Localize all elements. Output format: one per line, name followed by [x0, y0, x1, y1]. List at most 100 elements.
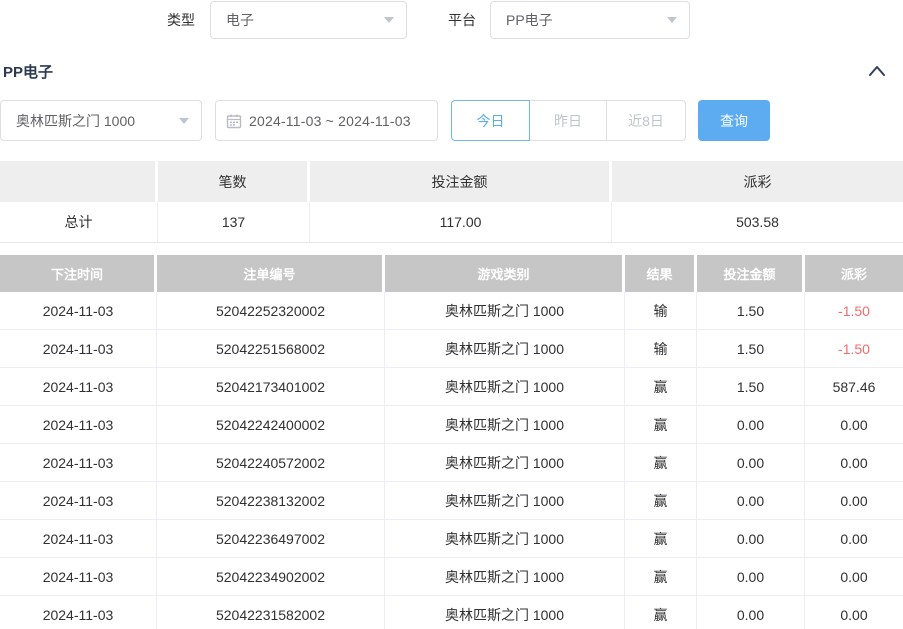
cell-result: 赢: [625, 558, 697, 596]
table-row: 2024-11-03 52042234902002 奥林匹斯之门 1000 赢 …: [0, 558, 903, 596]
cell-payout: 0.00: [805, 406, 903, 444]
cell-payout: -1.50: [805, 292, 903, 330]
cell-bet-time: 2024-11-03: [0, 330, 157, 368]
cell-result: 赢: [625, 596, 697, 629]
cell-game-name: 奥林匹斯之门 1000: [385, 558, 625, 596]
cell-order-id: 52042173401002: [157, 368, 385, 406]
type-label: 类型: [167, 1, 195, 39]
cell-game-name: 奥林匹斯之门 1000: [385, 406, 625, 444]
summary-header-count: 笔数: [158, 161, 310, 202]
col-payout: 派彩: [805, 255, 903, 292]
cell-result: 输: [625, 292, 697, 330]
cell-game-name: 奥林匹斯之门 1000: [385, 292, 625, 330]
cell-payout: 0.00: [805, 520, 903, 558]
chevron-down-icon: [384, 17, 394, 23]
cell-order-id: 52042252320002: [157, 292, 385, 330]
col-game-type: 游戏类别: [385, 255, 625, 292]
cell-result: 赢: [625, 368, 697, 406]
section-header: PP电子: [0, 55, 903, 85]
cell-bet-amount: 1.50: [697, 330, 805, 368]
summary-total-bet-amount: 117.00: [310, 202, 612, 243]
table-row: 2024-11-03 52042242400002 奥林匹斯之门 1000 赢 …: [0, 406, 903, 444]
summary-total-payout: 503.58: [612, 202, 903, 243]
cell-bet-time: 2024-11-03: [0, 520, 157, 558]
cell-bet-time: 2024-11-03: [0, 368, 157, 406]
cell-order-id: 52042234902002: [157, 558, 385, 596]
cell-payout: 0.00: [805, 558, 903, 596]
date-range-input[interactable]: 2024-11-03 ~ 2024-11-03: [215, 100, 438, 141]
cell-result: 赢: [625, 406, 697, 444]
cell-bet-time: 2024-11-03: [0, 444, 157, 482]
cell-bet-amount: 0.00: [697, 482, 805, 520]
cell-result: 赢: [625, 520, 697, 558]
cell-bet-amount: 1.50: [697, 292, 805, 330]
cell-game-name: 奥林匹斯之门 1000: [385, 368, 625, 406]
table-row: 2024-11-03 52042240572002 奥林匹斯之门 1000 赢 …: [0, 444, 903, 482]
cell-game-name: 奥林匹斯之门 1000: [385, 596, 625, 629]
cell-bet-time: 2024-11-03: [0, 292, 157, 330]
platform-select[interactable]: PP电子: [490, 1, 690, 39]
search-button[interactable]: 查询: [698, 100, 770, 141]
yesterday-button[interactable]: 昨日: [529, 100, 607, 141]
summary-header-blank: [0, 161, 158, 202]
platform-select-value: PP电子: [506, 10, 553, 30]
cell-result: 赢: [625, 444, 697, 482]
cell-payout: -1.50: [805, 330, 903, 368]
cell-bet-amount: 0.00: [697, 520, 805, 558]
cell-bet-time: 2024-11-03: [0, 558, 157, 596]
cell-game-name: 奥林匹斯之门 1000: [385, 520, 625, 558]
table-row: 2024-11-03 52042236497002 奥林匹斯之门 1000 赢 …: [0, 520, 903, 558]
cell-bet-amount: 0.00: [697, 406, 805, 444]
bet-table: 下注时间 注单编号 游戏类别 结果 投注金额 派彩 2024-11-03 520…: [0, 255, 903, 629]
summary-table: 笔数 投注金额 派彩 总计 137 117.00 503.58: [0, 161, 903, 243]
summary-total-label: 总计: [0, 202, 158, 243]
last-8-days-button[interactable]: 近8日: [606, 100, 686, 141]
cell-order-id: 52042242400002: [157, 406, 385, 444]
cell-game-name: 奥林匹斯之门 1000: [385, 482, 625, 520]
col-bet-time: 下注时间: [0, 255, 157, 292]
calendar-icon: [226, 113, 242, 129]
type-select[interactable]: 电子: [210, 1, 407, 39]
cell-payout: 0.00: [805, 596, 903, 629]
cell-result: 输: [625, 330, 697, 368]
game-select[interactable]: 奥林匹斯之门 1000: [0, 100, 202, 141]
cell-bet-time: 2024-11-03: [0, 406, 157, 444]
cell-result: 赢: [625, 482, 697, 520]
cell-bet-amount: 0.00: [697, 444, 805, 482]
game-select-value: 奥林匹斯之门 1000: [16, 111, 135, 131]
cell-bet-time: 2024-11-03: [0, 596, 157, 629]
col-bet-amount: 投注金额: [697, 255, 805, 292]
chevron-down-icon: [667, 17, 677, 23]
col-order-id: 注单编号: [157, 255, 385, 292]
cell-bet-amount: 0.00: [697, 596, 805, 629]
page: 类型 电子 平台 PP电子 PP电子 奥林匹斯之门 1000 2024-11-0…: [0, 0, 903, 629]
cell-game-name: 奥林匹斯之门 1000: [385, 444, 625, 482]
cell-order-id: 52042231582002: [157, 596, 385, 629]
table-row: 2024-11-03 52042231582002 奥林匹斯之门 1000 赢 …: [0, 596, 903, 629]
table-row: 2024-11-03 52042238132002 奥林匹斯之门 1000 赢 …: [0, 482, 903, 520]
summary-total-count: 137: [158, 202, 310, 243]
cell-order-id: 52042236497002: [157, 520, 385, 558]
cell-bet-amount: 0.00: [697, 558, 805, 596]
chevron-up-icon: [867, 64, 887, 78]
cell-bet-amount: 1.50: [697, 368, 805, 406]
summary-header-bet-amount: 投注金额: [310, 161, 612, 202]
table-row: 2024-11-03 52042251568002 奥林匹斯之门 1000 输 …: [0, 330, 903, 368]
table-row: 2024-11-03 52042252320002 奥林匹斯之门 1000 输 …: [0, 292, 903, 330]
bet-table-header: 下注时间 注单编号 游戏类别 结果 投注金额 派彩: [0, 255, 903, 292]
col-result: 结果: [625, 255, 697, 292]
top-filter-bar: 类型 电子 平台 PP电子: [0, 0, 903, 42]
summary-total-row: 总计 137 117.00 503.58: [0, 202, 903, 243]
type-select-value: 电子: [226, 10, 254, 30]
cell-payout: 0.00: [805, 482, 903, 520]
filter-bar: 奥林匹斯之门 1000 2024-11-03 ~ 2024-11-03 今日 昨…: [0, 100, 770, 141]
cell-order-id: 52042238132002: [157, 482, 385, 520]
cell-order-id: 52042251568002: [157, 330, 385, 368]
bet-table-body: 2024-11-03 52042252320002 奥林匹斯之门 1000 输 …: [0, 292, 903, 629]
section-title: PP电子: [3, 61, 53, 82]
cell-payout: 587.46: [805, 368, 903, 406]
collapse-button[interactable]: [864, 58, 890, 84]
today-button[interactable]: 今日: [451, 100, 530, 141]
cell-payout: 0.00: [805, 444, 903, 482]
quick-date-button-group: 今日 昨日 近8日: [451, 100, 686, 141]
